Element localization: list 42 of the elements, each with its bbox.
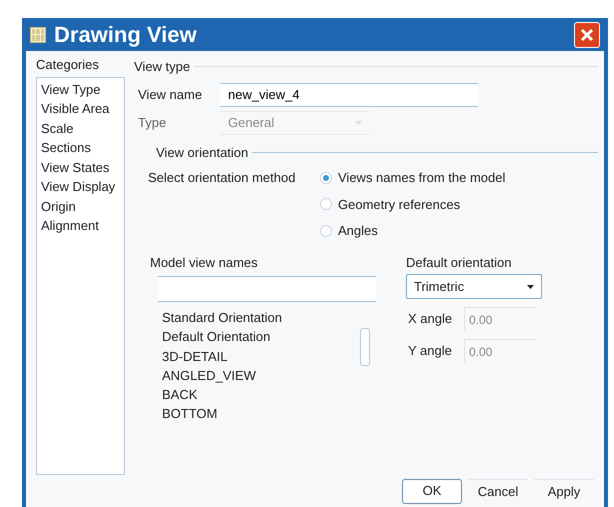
view-name-item[interactable]: Standard Orientation [162, 308, 360, 328]
category-item[interactable]: Alignment [41, 216, 124, 236]
dialog-button[interactable]: OK [402, 478, 462, 504]
view-name-field[interactable]: new_view_4 [220, 82, 478, 106]
view-name-item[interactable]: 3D-DETAIL [162, 346, 360, 366]
radio-button[interactable] [320, 198, 332, 210]
radio-label: Geometry references [338, 196, 460, 214]
scrollbar[interactable] [360, 328, 370, 366]
view-name-item[interactable]: BOTTOM [162, 404, 360, 424]
category-item[interactable]: Sections [41, 138, 124, 158]
category-item[interactable]: View States [41, 158, 124, 177]
field-label: X angle [408, 310, 454, 328]
category-item[interactable]: Scale [41, 118, 124, 138]
field-label: Default orientation [406, 254, 513, 272]
radio-label: Views names from the model [338, 169, 506, 187]
close-icon [580, 28, 594, 42]
view-name-item[interactable]: ANGLED_VIEW [162, 366, 360, 386]
view-name-item[interactable]: Default Orientation [162, 327, 360, 347]
radio-label: Angles [338, 222, 378, 240]
category-item[interactable]: Visible Area [41, 99, 124, 118]
field-label: Type [138, 114, 168, 132]
window-title: Drawing View [54, 21, 198, 49]
radio-button[interactable] [320, 224, 332, 237]
close-button[interactable] [574, 22, 600, 48]
field-label: View name [138, 86, 204, 104]
dialog-button[interactable]: Apply [534, 478, 594, 504]
view-name-item[interactable]: BACK [162, 385, 360, 404]
section-title: View orientation [156, 144, 248, 162]
caret-icon [527, 284, 534, 288]
list-title: Model view names [150, 254, 259, 272]
filter-field[interactable] [158, 276, 376, 302]
category-item[interactable]: Origin [41, 196, 124, 216]
category-item[interactable]: View Type [41, 80, 124, 99]
field-label: Select orientation method [148, 169, 296, 187]
categories-title: Categories [36, 56, 100, 74]
radio-button[interactable] [320, 172, 332, 184]
dialog-button[interactable]: Cancel [468, 478, 528, 504]
category-item[interactable]: View Display [41, 177, 124, 196]
window-icon [30, 26, 46, 42]
section-title: View type [134, 58, 190, 76]
field-label: Y angle [408, 342, 453, 360]
orientation-dropdown[interactable]: Trimetric [406, 274, 542, 299]
